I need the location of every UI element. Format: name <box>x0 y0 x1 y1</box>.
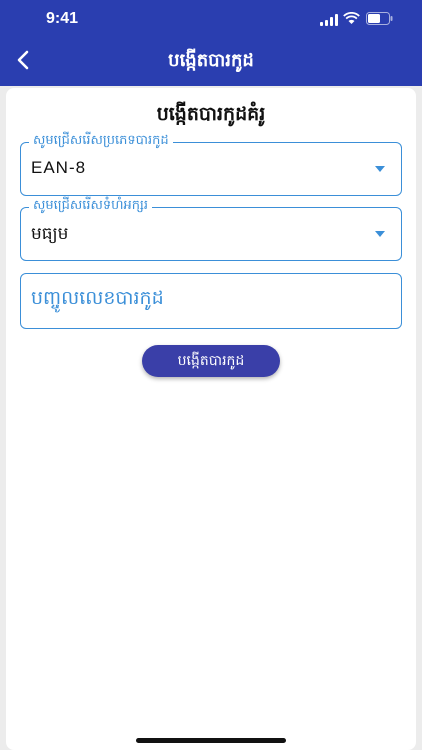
dropdown-arrow-icon <box>375 166 385 172</box>
generate-barcode-button[interactable]: បង្កើតបារកូដ <box>142 345 280 377</box>
status-bar: 9:41 <box>0 0 422 38</box>
font-size-label: សូមជ្រើសរើសទំហំអក្សរ <box>29 197 153 215</box>
wifi-icon <box>343 12 360 24</box>
barcode-form-card: បង្កើតបារកូដគំរូ សូមជ្រើសរើសប្រភេទបារកូដ… <box>6 88 416 750</box>
barcode-type-dropdown[interactable]: សូមជ្រើសរើសប្រភេទបារកូដ EAN-8 <box>20 132 402 196</box>
signal-icon <box>320 14 338 26</box>
form-title: បង្កើតបារកូដគំរូ <box>156 103 266 125</box>
barcode-number-placeholder: បញ្ចូលលេខបារកូដ <box>31 287 164 309</box>
top-bar: 9:41 បង្កើតបារកូដ <box>0 0 422 86</box>
dropdown-arrow-icon <box>375 231 385 237</box>
barcode-type-label: សូមជ្រើសរើសប្រភេទបារកូដ <box>29 132 173 150</box>
status-time: 9:41 <box>46 10 79 27</box>
font-size-value: មធ្យម <box>31 224 69 244</box>
barcode-type-value: EAN-8 <box>31 158 87 177</box>
nav-bar: បង្កើតបារកូដ <box>0 40 422 80</box>
battery-icon <box>366 12 393 25</box>
home-indicator <box>136 738 286 743</box>
font-size-dropdown[interactable]: សូមជ្រើសរើសទំហំអក្សរ មធ្យម <box>20 197 402 261</box>
page-title: បង្កើតបារកូដ <box>168 50 254 71</box>
barcode-number-input[interactable]: បញ្ចូលលេខបារកូដ <box>20 273 402 329</box>
